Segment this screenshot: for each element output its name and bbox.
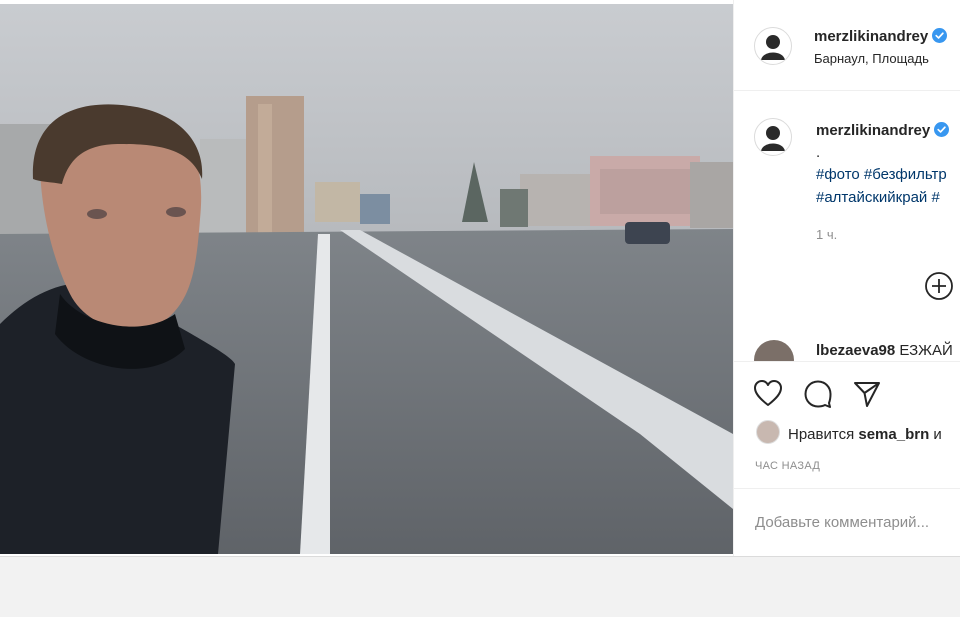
- caption-username-row: merzlikinandrey: [816, 122, 950, 141]
- post-header: merzlikinandrey Барнаул, Площадь: [734, 0, 960, 91]
- comment-text: ЕЗЖАЙ: [899, 342, 953, 359]
- share-icon: [854, 382, 880, 407]
- post-sidebar: merzlikinandrey Барнаул, Площадь merzlik…: [733, 0, 960, 556]
- avatar-image: [756, 120, 790, 154]
- caption-text: .: [816, 144, 821, 161]
- likes-summary: Нравится sema_brn и: [756, 420, 942, 444]
- author-username[interactable]: merzlikinandrey: [814, 28, 928, 45]
- avatar-image: [756, 29, 790, 63]
- add-comment-placeholder: Добавьте комментарий...: [755, 514, 930, 531]
- author-username-row: merzlikinandrey: [814, 28, 948, 47]
- likes-user[interactable]: sema_brn: [858, 426, 929, 443]
- post-actions: Нравится sema_brn и ЧАС НАЗАД Добавьте к…: [734, 361, 960, 556]
- verified-icon: [932, 28, 948, 47]
- post-time-ago[interactable]: ЧАС НАЗАД: [755, 460, 820, 472]
- photo-image: [0, 4, 733, 554]
- liker-avatar[interactable]: [756, 420, 780, 444]
- share-button[interactable]: [852, 379, 882, 414]
- likes-prefix: Нравится: [788, 426, 855, 443]
- post-photo[interactable]: [0, 4, 733, 554]
- heart-icon: [754, 380, 782, 406]
- verified-icon: [934, 122, 950, 141]
- caption-username[interactable]: merzlikinandrey: [816, 122, 930, 139]
- add-icon: [925, 272, 953, 300]
- caption-time: 1 ч.: [816, 227, 838, 242]
- add-comment-field[interactable]: Добавьте комментарий...: [734, 488, 960, 556]
- comment-row: lbezaeva98 ЕЗЖАЙ: [816, 342, 953, 359]
- caption-hashtags-2[interactable]: #алтайскийкрай #: [816, 189, 940, 206]
- instagram-post: merzlikinandrey Барнаул, Площадь merzlik…: [0, 0, 960, 557]
- like-button[interactable]: [753, 379, 783, 412]
- comment-username[interactable]: lbezaeva98: [816, 342, 895, 359]
- load-more-comments-button[interactable]: [924, 271, 954, 306]
- caption-hashtags-1[interactable]: #фото #безфильтр: [816, 166, 947, 183]
- likes-suffix: и: [933, 426, 942, 443]
- caption-avatar[interactable]: [754, 118, 792, 156]
- author-avatar[interactable]: [754, 27, 792, 65]
- comment-button[interactable]: [803, 379, 833, 414]
- post-location[interactable]: Барнаул, Площадь: [814, 51, 929, 66]
- comment-icon: [804, 380, 832, 408]
